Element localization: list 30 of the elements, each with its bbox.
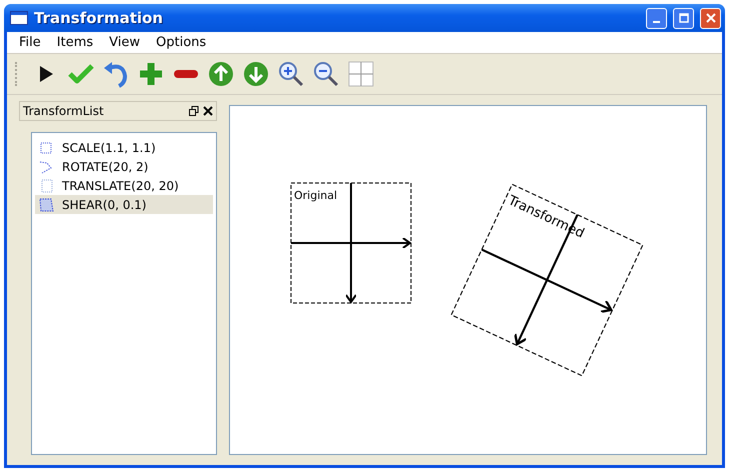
close-icon[interactable] [203,106,213,116]
list-item[interactable]: ROTATE(20, 2) [35,157,213,176]
list-item[interactable]: SHEAR(0, 0.1) [35,195,213,214]
minimize-button[interactable] [646,8,667,28]
close-button[interactable] [700,8,721,28]
rotate-icon [38,158,54,174]
canvas-label: Original [294,189,338,202]
maximize-icon [678,13,688,23]
window-title: Transformation [34,9,164,27]
menu-item[interactable]: Items [50,35,100,50]
maximize-button[interactable] [673,8,694,28]
item-label: SCALE(1.1, 1.1) [62,140,156,154]
zoom-in-icon[interactable] [276,59,306,89]
scale-icon [38,140,54,156]
close-icon [706,13,716,23]
menu-item[interactable]: File [13,35,47,50]
list-item[interactable]: TRANSLATE(20, 20) [35,176,213,195]
grid-icon[interactable] [346,59,376,89]
float-icon[interactable] [189,106,199,116]
item-label: ROTATE(20, 2) [62,160,148,174]
dock-title: TransformList [23,104,105,118]
window-icon [10,11,28,25]
item-label: TRANSLATE(20, 20) [62,178,179,192]
shear-icon [38,196,54,212]
menu-item[interactable]: Options [150,35,212,50]
list-item[interactable]: SCALE(1.1, 1.1) [35,138,213,157]
minimize-icon [653,20,660,22]
item-label: SHEAR(0, 0.1) [62,198,146,212]
menu-item[interactable]: View [103,35,146,50]
zoom-out-icon[interactable] [311,59,341,89]
